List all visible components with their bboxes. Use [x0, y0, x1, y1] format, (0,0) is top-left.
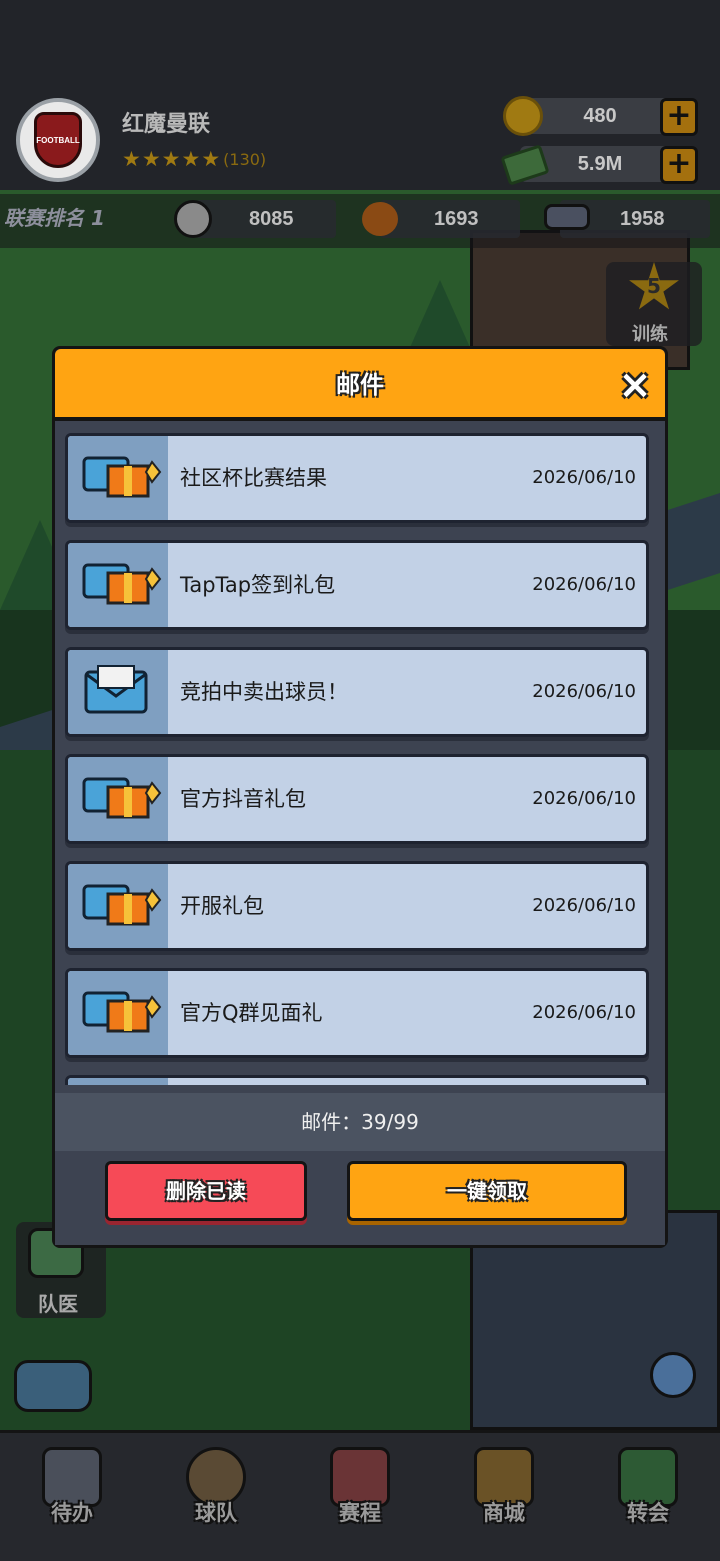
mail-footer: 邮件：39/99 — [55, 1093, 665, 1151]
club-rating: ★ ★ ★ ★ ★ (130) — [122, 148, 266, 170]
gift-mail-icon — [68, 543, 168, 627]
mail-dialog-title: 邮件 — [336, 371, 384, 399]
mail-item[interactable]: TapTap签到礼包 2026/06/10 — [65, 540, 649, 630]
mail-dialog-header: 邮件 × — [55, 349, 665, 421]
club-avatar[interactable]: FOOTBALL — [16, 98, 100, 182]
mail-item[interactable]: 官方抖音礼包 2026/06/10 — [65, 754, 649, 844]
mail-title: 社区杯比赛结果 — [180, 466, 327, 490]
mail-title: 官方Q群见面礼 — [180, 1001, 323, 1025]
nav-label: 待办 — [51, 1501, 93, 1525]
club-name: 红魔曼联 — [122, 112, 211, 137]
mail-count: 邮件：39/99 — [301, 1110, 419, 1134]
mail-item[interactable]: 社区杯比赛结果 2026/06/10 — [65, 433, 649, 523]
league-rank: 联赛排名 1 — [4, 206, 105, 230]
training-level: 5 — [647, 274, 661, 298]
mail-title: 开服礼包 — [180, 894, 264, 918]
team-doctor-label: 队医 — [38, 1292, 78, 1316]
gift-mail-icon — [68, 757, 168, 841]
delete-read-button[interactable]: 删除已读 — [105, 1161, 307, 1221]
top-header: FOOTBALL 红魔曼联 ★ ★ ★ ★ ★ (130) 480 + 5.9M… — [0, 0, 720, 190]
stopwatch-icon[interactable] — [650, 1352, 696, 1398]
star-icon: ★ — [201, 147, 221, 171]
claim-all-button[interactable]: 一键领取 — [347, 1161, 627, 1221]
fans-value: 8085 — [249, 208, 294, 230]
nav-transfer[interactable]: 转会 — [576, 1433, 720, 1553]
mail-dialog: 邮件 × 社区杯比赛结果 2026/06/10 TapTap签到礼包 2026/… — [52, 346, 668, 1248]
dumbbell-icon — [544, 204, 590, 230]
bottom-navigation: 待办 球队 赛程 商城 转会 — [0, 1430, 720, 1561]
fans-icon — [174, 200, 212, 238]
coin-icon — [503, 96, 543, 136]
nav-team[interactable]: 球队 — [144, 1433, 288, 1553]
health-value: 1693 — [434, 208, 479, 230]
training-value: 1958 — [620, 208, 665, 230]
nav-label: 商城 — [483, 1501, 525, 1525]
nav-label: 赛程 — [339, 1501, 381, 1525]
nav-shop[interactable]: 商城 — [432, 1433, 576, 1553]
gift-mail-icon — [68, 971, 168, 1055]
heart-icon — [362, 202, 398, 236]
gift-mail-icon — [68, 864, 168, 948]
nav-label: 转会 — [627, 1501, 669, 1525]
mail-date: 2026/06/10 — [532, 895, 636, 916]
nav-label: 球队 — [195, 1501, 237, 1525]
star-icon: ★ — [122, 147, 141, 171]
mail-actions: 删除已读 一键领取 — [55, 1151, 665, 1245]
mail-item-partial[interactable] — [65, 1075, 649, 1085]
gift-mail-icon — [68, 1078, 168, 1085]
app-root: FOOTBALL 红魔曼联 ★ ★ ★ ★ ★ (130) 480 + 5.9M… — [0, 0, 720, 1561]
star-icon: ★ — [141, 147, 161, 171]
close-icon[interactable]: × — [615, 365, 655, 405]
gift-mail-icon — [68, 436, 168, 520]
mail-title: 官方抖音礼包 — [180, 787, 306, 811]
training-button[interactable]: 5 训练 — [606, 262, 702, 346]
mail-date: 2026/06/10 — [532, 1002, 636, 1023]
training-label: 训练 — [632, 324, 668, 345]
mail-list[interactable]: 社区杯比赛结果 2026/06/10 TapTap签到礼包 2026/06/10… — [63, 433, 657, 1085]
mail-title: 竞拍中卖出球员！ — [180, 680, 348, 704]
mail-title: TapTap签到礼包 — [180, 573, 336, 597]
mail-item[interactable]: 竞拍中卖出球员！ 2026/06/10 — [65, 647, 649, 737]
nav-todo[interactable]: 待办 — [0, 1433, 144, 1553]
badge-text: FOOTBALL — [36, 135, 80, 145]
nav-schedule[interactable]: 赛程 — [288, 1433, 432, 1553]
chat-icon[interactable] — [14, 1360, 92, 1412]
star-icon: ★ — [181, 147, 201, 171]
club-badge-icon: FOOTBALL — [34, 112, 82, 168]
mail-item[interactable]: 开服礼包 2026/06/10 — [65, 861, 649, 951]
add-cash-button[interactable]: + — [660, 146, 698, 184]
mail-item[interactable]: 官方Q群见面礼 2026/06/10 — [65, 968, 649, 1058]
mail-date: 2026/06/10 — [532, 467, 636, 488]
star-count: (130) — [223, 149, 267, 169]
mail-date: 2026/06/10 — [532, 574, 636, 595]
stats-row: 联赛排名 1 8085 1693 1958 — [0, 194, 720, 248]
mail-date: 2026/06/10 — [532, 788, 636, 809]
mail-icon — [68, 650, 168, 734]
star-icon: ★ — [161, 147, 181, 171]
add-coins-button[interactable]: + — [660, 98, 698, 136]
mail-date: 2026/06/10 — [532, 681, 636, 702]
